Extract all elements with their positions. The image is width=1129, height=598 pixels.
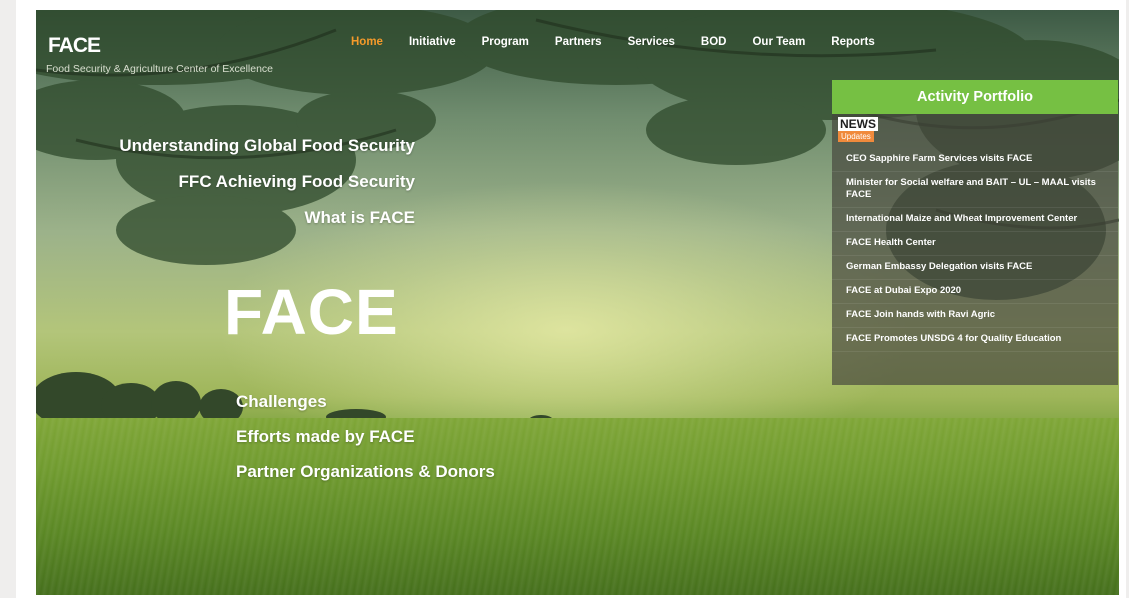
link-partner-organizations-donors[interactable]: Partner Organizations & Donors (236, 462, 495, 482)
link-efforts-made-by-face[interactable]: Efforts made by FACE (236, 427, 415, 447)
nav-bod[interactable]: BOD (701, 36, 727, 48)
news-item[interactable]: Minister for Social welfare and BAIT – U… (832, 172, 1118, 208)
link-what-is-face[interactable]: What is FACE (304, 208, 415, 228)
activity-portfolio-header[interactable]: Activity Portfolio (832, 80, 1118, 114)
news-item[interactable]: FACE Join hands with Ravi Agric (832, 304, 1118, 328)
news-label: NEWS (838, 117, 878, 131)
nav-our-team[interactable]: Our Team (752, 36, 805, 48)
news-item[interactable]: CEO Sapphire Farm Services visits FACE (832, 148, 1118, 172)
news-item[interactable]: German Embassy Delegation visits FACE (832, 256, 1118, 280)
news-item[interactable]: FACE at Dubai Expo 2020 (832, 280, 1118, 304)
nav-home[interactable]: Home (351, 36, 383, 48)
link-challenges[interactable]: Challenges (236, 392, 327, 412)
hero-title: FACE (224, 276, 399, 348)
nav-reports[interactable]: Reports (831, 36, 874, 48)
news-item[interactable]: FACE Health Center (832, 232, 1118, 256)
nav-initiative[interactable]: Initiative (409, 36, 456, 48)
news-badge: NEWS Updates (838, 117, 878, 142)
site-logo[interactable]: FACE (48, 34, 101, 58)
grass-texture (36, 418, 1119, 595)
updates-label: Updates (838, 131, 874, 142)
main-nav: Home Initiative Program Partners Service… (351, 36, 901, 48)
nav-partners[interactable]: Partners (555, 36, 602, 48)
news-item[interactable]: FACE Promotes UNSDG 4 for Quality Educat… (832, 328, 1118, 352)
site-tagline: Food Security & Agriculture Center of Ex… (46, 63, 274, 75)
news-list: CEO Sapphire Farm Services visits FACE M… (832, 148, 1118, 352)
link-ffc-achieving-food-security[interactable]: FFC Achieving Food Security (179, 172, 415, 192)
link-understanding-global-food-security[interactable]: Understanding Global Food Security (119, 136, 415, 156)
activity-portfolio-panel: Activity Portfolio NEWS Updates CEO Sapp… (832, 80, 1118, 385)
hero-banner: FACE Food Security & Agriculture Center … (36, 10, 1119, 595)
news-item[interactable]: International Maize and Wheat Improvemen… (832, 208, 1118, 232)
nav-program[interactable]: Program (482, 36, 529, 48)
nav-services[interactable]: Services (628, 36, 675, 48)
